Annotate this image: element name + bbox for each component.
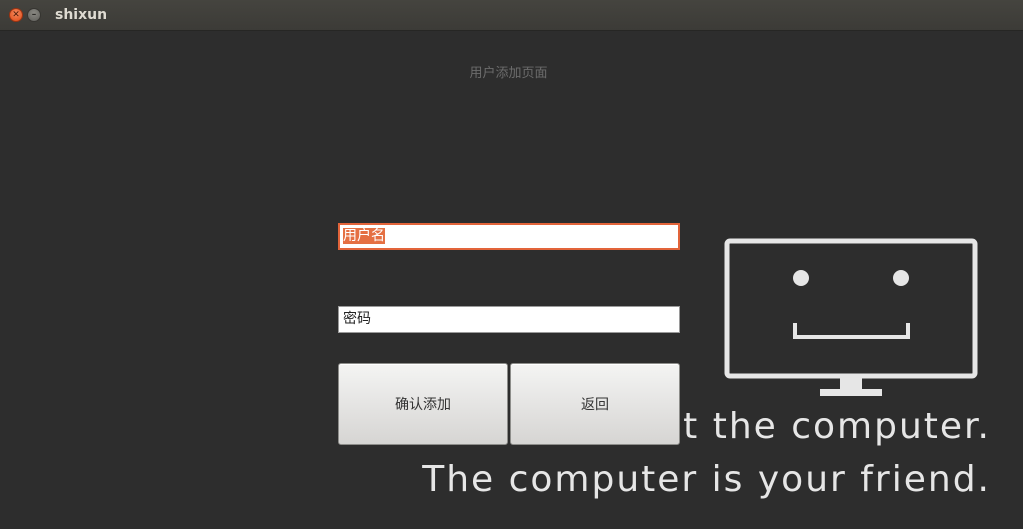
wallpaper-text-line-1: st the computer. [662,406,991,447]
computer-monitor-icon [724,238,978,396]
confirm-add-button[interactable]: 确认添加 [338,363,508,445]
username-input[interactable]: 用户名 [338,223,680,250]
wallpaper-text-line-2: The computer is your friend. [422,459,991,500]
title-bar: ✕ – shixun [0,0,1023,31]
confirm-add-label: 确认添加 [395,397,451,413]
back-button[interactable]: 返回 [510,363,680,445]
minimize-icon[interactable]: – [27,8,41,22]
back-label: 返回 [581,397,609,413]
password-value: 密码 [343,311,371,327]
password-input[interactable]: 密码 [338,306,680,333]
username-value: 用户名 [343,228,385,244]
window-title: shixun [55,7,108,23]
page-title: 用户添加页面 [469,66,548,81]
close-icon[interactable]: ✕ [9,8,23,22]
app-window: st the computer. The computer is your fr… [0,0,1023,529]
